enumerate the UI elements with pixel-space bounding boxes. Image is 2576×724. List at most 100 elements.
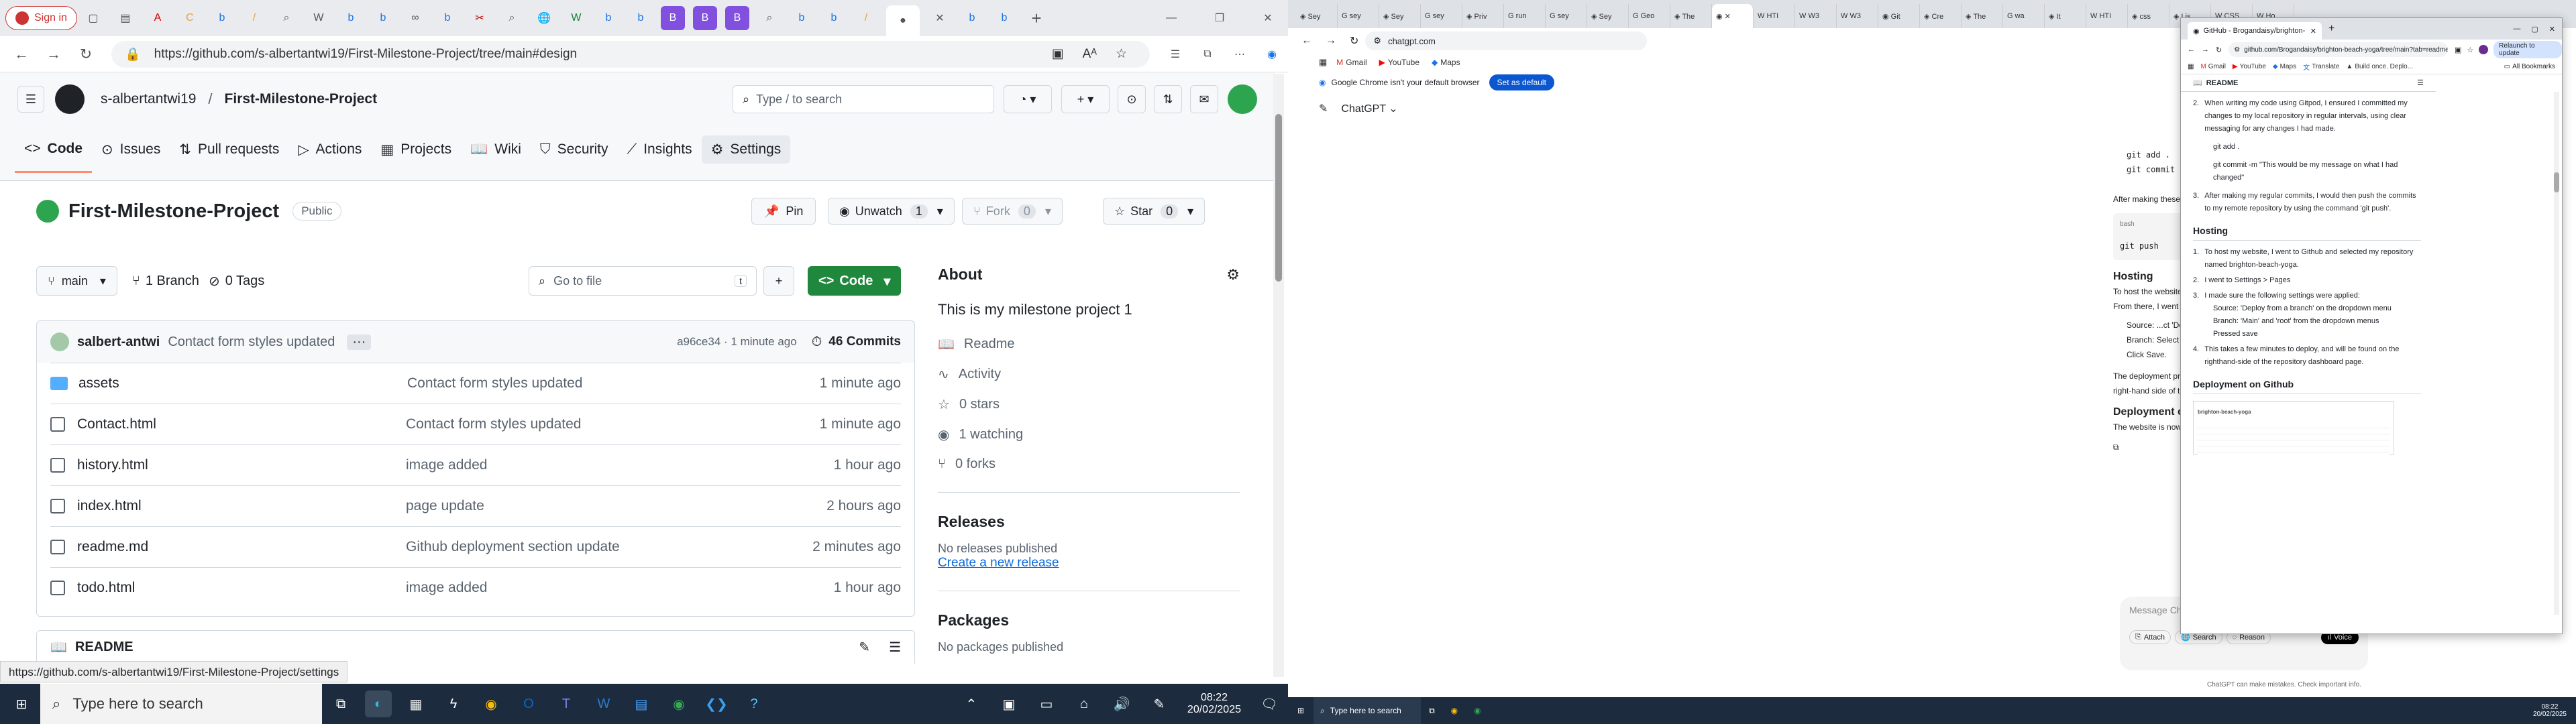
read-aloud-icon[interactable]: Aᴬ [1083,47,1097,62]
tab-favicon-icon[interactable]: W [564,6,588,30]
stars-link[interactable]: ☆ 0 stars [938,396,1240,413]
new-chat-icon[interactable]: ✎ [1319,102,1328,115]
sign-in-button[interactable]: Sign in [5,6,77,30]
file-row-contact[interactable]: Contact.html Contact form styles updated 1… [50,404,901,444]
tab-favicon-icon[interactable]: C [178,6,202,30]
refresh-icon[interactable]: ↻ [74,42,98,66]
battery-icon[interactable]: ▭ [1033,690,1060,717]
word-taskbar-icon[interactable]: W [590,690,617,717]
tab-favicon-icon[interactable]: B [692,6,717,30]
maximize-button[interactable]: ❐ [1208,6,1232,30]
edit-icon[interactable]: ✎ [859,639,870,656]
tab-favicon-icon[interactable]: b [629,6,653,30]
packages-title[interactable]: Packages [938,611,1240,629]
pull-requests-icon[interactable]: ⇅ [1154,85,1182,113]
windows-start-icon[interactable]: ⊞ [1297,706,1304,715]
chrome-tab[interactable]: G wa [2003,4,2045,28]
commit-message[interactable]: Contact form styles updated [168,335,335,350]
help-taskbar-icon[interactable]: ? [741,690,767,717]
cast-icon[interactable]: ▣ [2455,46,2461,54]
network-icon[interactable]: ⌂ [1071,690,1097,717]
tab-wiki[interactable]: 📖 Wiki [461,141,531,158]
popup-active-tab[interactable]: ◉ GitHub - Brogandaisy/brighton- ✕ [2188,22,2322,40]
scrollbar-thumb[interactable] [1275,114,1282,282]
outlook-taskbar-icon[interactable]: O [515,690,542,717]
tab-favicon-icon[interactable]: / [854,6,878,30]
add-file-button[interactable]: + [763,266,794,296]
watching-link[interactable]: ◉ 1 watching [938,426,1240,443]
releases-title[interactable]: Releases [938,513,1240,531]
chrome-tab[interactable]: ◈ css [2128,4,2169,28]
files-taskbar-icon[interactable]: ▤ [628,690,655,717]
bookmark-maps[interactable]: ◆ Maps [2273,63,2296,70]
chrome-tab[interactable]: W W3 [1837,4,1878,28]
commits-link[interactable]: 46 Commits [828,335,901,349]
chrome-tab[interactable]: ◈ The [1670,4,1712,28]
chrome-taskbar-icon[interactable]: ◉ [665,690,692,717]
chrome-tab[interactable]: G run [1504,4,1546,28]
attach-button[interactable]: ⎘ Attach [2129,630,2171,644]
create-new-button[interactable]: + ▾ [1061,85,1110,113]
model-selector[interactable]: ChatGPT ⌄ [1341,102,1397,115]
refresh-icon[interactable]: ↻ [1350,34,1358,48]
fork-button[interactable]: ⑂ Fork 0 ▾ [962,198,1063,225]
forward-icon[interactable]: → [42,42,66,66]
url-field[interactable]: 🔒 https://github.com/s-albertantwi19/Fir… [111,40,1150,68]
tab-favicon-icon[interactable]: ∞ [403,6,427,30]
chrome-tab-active[interactable]: ◉ ✕ [1712,4,1754,28]
tab-issues[interactable]: ⊙ Issues [92,141,170,158]
expand-commit-button[interactable]: ··· [347,334,372,350]
outline-icon[interactable]: ☰ [889,639,901,656]
close-tab-icon[interactable]: ✕ [2310,27,2316,36]
all-bookmarks-link[interactable]: ▭ All Bookmarks [2504,63,2555,70]
tab-actions[interactable]: ▷ Actions [288,141,371,158]
close-window-button[interactable]: ✕ [2549,25,2555,34]
tab-favicon-icon[interactable]: b [596,6,621,30]
teams-taskbar-icon[interactable]: T [553,690,580,717]
tab-favicon-icon[interactable]: A [146,6,170,30]
forward-icon[interactable]: → [1326,35,1336,47]
tab-favicon-icon[interactable]: b [371,6,395,30]
chrome-tab[interactable]: G Geo [1629,4,1670,28]
bookmark-gmail[interactable]: M Gmail [1336,58,1366,67]
tray-icon[interactable]: ▣ [996,690,1022,717]
windows-start-icon[interactable]: ⊞ [8,690,35,717]
repo-title[interactable]: First-Milestone-Project [68,200,279,223]
go-to-file-input[interactable]: ⌕ Go to file t [529,266,757,296]
commit-hash[interactable]: a96ce34 · 1 minute ago [677,335,797,349]
favorite-star-icon[interactable]: ☆ [1116,46,1127,62]
owner-link[interactable]: s-albertantwi19 [101,91,196,107]
back-icon[interactable]: ← [1301,35,1312,47]
close-tab-icon[interactable]: ✕ [928,6,952,30]
notifications-icon[interactable]: ✉ [1190,85,1218,113]
tab-favicon-icon[interactable]: ⌕ [274,6,299,30]
tab-favicon-icon[interactable]: 🌐 [532,6,556,30]
back-icon[interactable]: ← [2188,46,2195,54]
chrome-tab[interactable]: G sey [1338,4,1379,28]
tab-favicon-icon[interactable]: ⌕ [757,6,782,30]
bookmark-maps[interactable]: ◆ Maps [1432,58,1460,67]
chrome-tab[interactable]: ◈ It [2045,4,2086,28]
tab-favicon-icon[interactable]: b [790,6,814,30]
tab-favicon-icon[interactable]: b [822,6,846,30]
forks-link[interactable]: ⑂ 0 forks [938,457,1240,472]
repo-link[interactable]: First-Milestone-Project [225,91,378,107]
relaunch-button[interactable]: Relaunch to update [2493,41,2562,58]
avatar[interactable] [1228,84,1257,114]
edge-taskbar-icon[interactable]: ◐ [365,690,392,717]
branches-link[interactable]: ⑂ 1 Branch [132,274,199,289]
pin-button[interactable]: 📌 Pin [751,198,816,225]
task-view-icon[interactable]: ⧉ [1429,706,1435,716]
chrome-tab[interactable]: ◈ Priv [1462,4,1504,28]
github-logo-icon[interactable] [55,84,85,114]
apps-icon[interactable]: ▦ [1319,57,1327,68]
copilot-button[interactable]: ◔ ▾ [1004,85,1052,113]
tab-favicon-icon[interactable]: b [435,6,460,30]
apps-icon[interactable]: ▦ [2188,63,2194,70]
chrome-tab[interactable]: ◈ The [1962,4,2003,28]
gear-icon[interactable]: ⚙ [1226,266,1240,284]
chrome-tab[interactable]: ◈ Sey [1379,4,1421,28]
commit-author[interactable]: salbert-antwi [77,335,160,350]
avatar[interactable] [2479,45,2489,54]
chrome-tab[interactable]: G sey [1546,4,1587,28]
